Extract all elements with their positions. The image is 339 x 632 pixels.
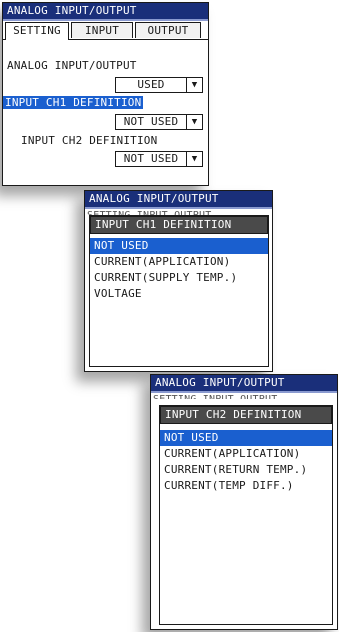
ch1-definition-select[interactable]: NOT USED ▼ <box>115 114 203 130</box>
option-current-supply-temp[interactable]: CURRENT(SUPPLY TEMP.) <box>90 270 268 286</box>
option-current-application[interactable]: CURRENT(APPLICATION) <box>90 254 268 270</box>
analog-io-value: USED <box>137 78 165 91</box>
tab-output[interactable]: OUTPUT <box>135 22 201 38</box>
ch2-popup-panel: ANALOG INPUT/OUTPUT SETTING INPUT OUTPUT… <box>150 374 338 630</box>
window-title: ANALOG INPUT/OUTPUT <box>3 3 208 21</box>
ch2-definition-value: NOT USED <box>123 152 179 165</box>
option-current-application[interactable]: CURRENT(APPLICATION) <box>160 446 332 462</box>
ch1-definition-label[interactable]: INPUT CH1 DEFINITION <box>3 96 144 109</box>
ch1-popup-panel: ANALOG INPUT/OUTPUT SETTING INPUT OUTPUT… <box>84 190 273 372</box>
ch1-definition-list: INPUT CH1 DEFINITION NOT USED CURRENT(AP… <box>89 215 269 367</box>
triangle-down-icon[interactable]: ▼ <box>186 115 202 129</box>
window-title: ANALOG INPUT/OUTPUT <box>151 375 337 393</box>
option-current-temp-diff[interactable]: CURRENT(TEMP DIFF.) <box>160 478 332 494</box>
tab-setting[interactable]: SETTING <box>5 22 69 40</box>
analog-io-select[interactable]: USED ▼ <box>115 77 203 93</box>
tab-bar-obscured: SETTING INPUT OUTPUT <box>151 393 337 399</box>
settings-panel: ANALOG INPUT/OUTPUT SETTING INPUT OUTPUT… <box>2 2 209 186</box>
ch1-definition-value: NOT USED <box>123 115 179 128</box>
triangle-down-icon[interactable]: ▼ <box>186 78 202 92</box>
option-current-return-temp[interactable]: CURRENT(RETURN TEMP.) <box>160 462 332 478</box>
ch2-definition-list: INPUT CH2 DEFINITION NOT USED CURRENT(AP… <box>159 405 333 625</box>
ch2-definition-label: INPUT CH2 DEFINITION <box>21 134 158 147</box>
ch2-definition-select[interactable]: NOT USED ▼ <box>115 151 203 167</box>
option-not-used[interactable]: NOT USED <box>90 238 268 254</box>
popup-title: INPUT CH2 DEFINITION <box>160 406 332 424</box>
tab-bar: SETTING INPUT OUTPUT <box>3 21 208 40</box>
tab-input[interactable]: INPUT <box>71 22 133 38</box>
triangle-down-icon[interactable]: ▼ <box>186 152 202 166</box>
window-title: ANALOG INPUT/OUTPUT <box>85 191 272 209</box>
analog-io-label: ANALOG INPUT/OUTPUT <box>7 59 137 72</box>
popup-title: INPUT CH1 DEFINITION <box>90 216 268 234</box>
option-voltage[interactable]: VOLTAGE <box>90 286 268 302</box>
option-not-used[interactable]: NOT USED <box>160 430 332 446</box>
